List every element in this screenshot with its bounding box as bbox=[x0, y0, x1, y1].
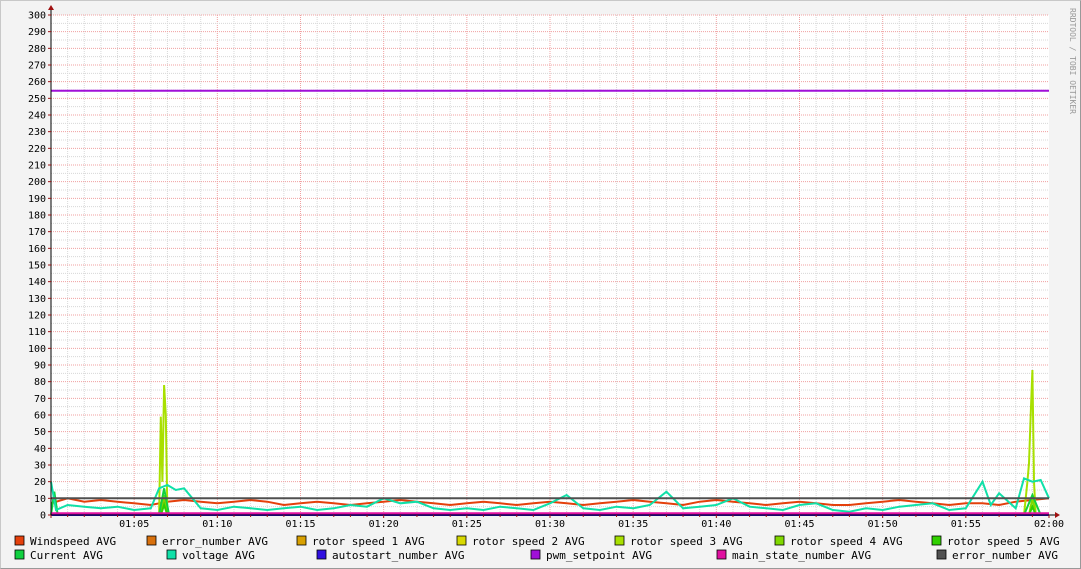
legend-label: main_state_number AVG bbox=[732, 549, 871, 562]
y-tick-label: 0 bbox=[40, 511, 46, 522]
legend: Windspeed AVG error_number AVG rotor speed… bbox=[14, 535, 1060, 562]
y-tick-label: 280 bbox=[28, 44, 46, 55]
legend-item: rotor speed 4 AVG bbox=[774, 535, 903, 548]
legend-swatch bbox=[716, 549, 727, 560]
legend-label: error_number AVG bbox=[952, 549, 1058, 562]
legend-swatch bbox=[14, 549, 25, 560]
legend-item: rotor speed 2 AVG bbox=[456, 535, 585, 548]
y-tick-label: 100 bbox=[28, 344, 46, 355]
x-tick-label: 01:30 bbox=[535, 519, 565, 530]
y-tick-label: 230 bbox=[28, 127, 46, 138]
legend-item: Windspeed AVG bbox=[14, 535, 116, 548]
x-tick-label: 01:25 bbox=[452, 519, 482, 530]
y-tick-label: 180 bbox=[28, 211, 46, 222]
legend-label: rotor speed 3 AVG bbox=[630, 535, 743, 548]
legend-label: autostart_number AVG bbox=[332, 549, 464, 562]
x-axis-ticks: 01:05 01:10 01:15 01:20 01:25 01:30 01:35 01:40… bbox=[119, 519, 1064, 530]
y-tick-label: 60 bbox=[34, 411, 46, 422]
y-tick-label: 130 bbox=[28, 294, 46, 305]
legend-item: error_number AVG bbox=[146, 535, 268, 548]
legend-item: main_state_number AVG bbox=[716, 549, 871, 562]
legend-label: rotor speed 1 AVG bbox=[312, 535, 425, 548]
legend-swatch bbox=[296, 535, 307, 546]
y-tick-label: 40 bbox=[34, 444, 46, 455]
x-tick-label: 01:45 bbox=[784, 519, 814, 530]
rrd-chart: 0 10 20 30 40 50 60 70 80 90 100 110 120 130 140 150 160… bbox=[14, 5, 1077, 562]
y-tick-label: 250 bbox=[28, 94, 46, 105]
y-tick-label: 240 bbox=[28, 111, 46, 122]
legend-swatch bbox=[166, 549, 177, 560]
legend-item: rotor speed 5 AVG bbox=[931, 535, 1060, 548]
x-tick-label: 01:35 bbox=[618, 519, 648, 530]
watermark: RRDTOOL / TOBI OETIKER bbox=[1068, 8, 1077, 114]
y-tick-label: 20 bbox=[34, 477, 46, 488]
y-tick-label: 120 bbox=[28, 311, 46, 322]
y-tick-label: 30 bbox=[34, 461, 46, 472]
y-tick-label: 90 bbox=[34, 361, 46, 372]
y-tick-label: 140 bbox=[28, 277, 46, 288]
x-tick-label: 01:20 bbox=[369, 519, 399, 530]
legend-label: voltage AVG bbox=[182, 549, 255, 562]
y-tick-label: 80 bbox=[34, 377, 46, 388]
y-tick-label: 50 bbox=[34, 427, 46, 438]
y-tick-label: 10 bbox=[34, 494, 46, 505]
x-tick-label: 01:50 bbox=[868, 519, 898, 530]
y-tick-label: 110 bbox=[28, 327, 46, 338]
legend-item: pwm_setpoint AVG bbox=[530, 549, 652, 562]
legend-item: error_number AVG bbox=[936, 549, 1058, 562]
y-tick-label: 260 bbox=[28, 77, 46, 88]
y-tick-label: 170 bbox=[28, 227, 46, 238]
y-axis-arrow bbox=[48, 5, 54, 10]
x-tick-label: 02:00 bbox=[1034, 519, 1064, 530]
y-tick-label: 210 bbox=[28, 161, 46, 172]
x-tick-label: 01:55 bbox=[951, 519, 981, 530]
y-tick-label: 270 bbox=[28, 61, 46, 72]
y-tick-label: 290 bbox=[28, 27, 46, 38]
y-tick-label: 150 bbox=[28, 261, 46, 272]
legend-item: rotor speed 1 AVG bbox=[296, 535, 425, 548]
x-tick-label: 01:10 bbox=[202, 519, 232, 530]
legend-label: error_number AVG bbox=[162, 535, 268, 548]
y-axis-ticks: 0 10 20 30 40 50 60 70 80 90 100 110 120 130 140 150 160… bbox=[28, 11, 46, 522]
legend-swatch bbox=[936, 549, 947, 560]
y-tick-label: 70 bbox=[34, 394, 46, 405]
legend-item: autostart_number AVG bbox=[316, 549, 464, 562]
legend-item: voltage AVG bbox=[166, 549, 255, 562]
legend-swatch bbox=[456, 535, 467, 546]
y-tick-label: 200 bbox=[28, 177, 46, 188]
legend-label: rotor speed 5 AVG bbox=[947, 535, 1060, 548]
legend-item: Current AVG bbox=[14, 549, 103, 562]
x-tick-label: 01:05 bbox=[119, 519, 149, 530]
legend-swatch bbox=[316, 549, 327, 560]
x-tick-label: 01:40 bbox=[701, 519, 731, 530]
legend-swatch bbox=[774, 535, 785, 546]
y-tick-label: 220 bbox=[28, 144, 46, 155]
legend-swatch bbox=[146, 535, 157, 546]
legend-swatch bbox=[614, 535, 625, 546]
legend-swatch bbox=[14, 535, 25, 546]
y-tick-label: 160 bbox=[28, 244, 46, 255]
legend-item: rotor speed 3 AVG bbox=[614, 535, 743, 548]
legend-label: Current AVG bbox=[30, 549, 103, 562]
legend-label: rotor speed 4 AVG bbox=[790, 535, 903, 548]
legend-label: pwm_setpoint AVG bbox=[546, 549, 652, 562]
legend-label: rotor speed 2 AVG bbox=[472, 535, 585, 548]
y-tick-label: 190 bbox=[28, 194, 46, 205]
x-tick-label: 01:15 bbox=[285, 519, 315, 530]
legend-label: Windspeed AVG bbox=[30, 535, 116, 548]
legend-swatch bbox=[530, 549, 541, 560]
y-tick-label: 300 bbox=[28, 11, 46, 22]
legend-swatch bbox=[931, 535, 942, 546]
x-axis-arrow bbox=[1055, 512, 1060, 518]
